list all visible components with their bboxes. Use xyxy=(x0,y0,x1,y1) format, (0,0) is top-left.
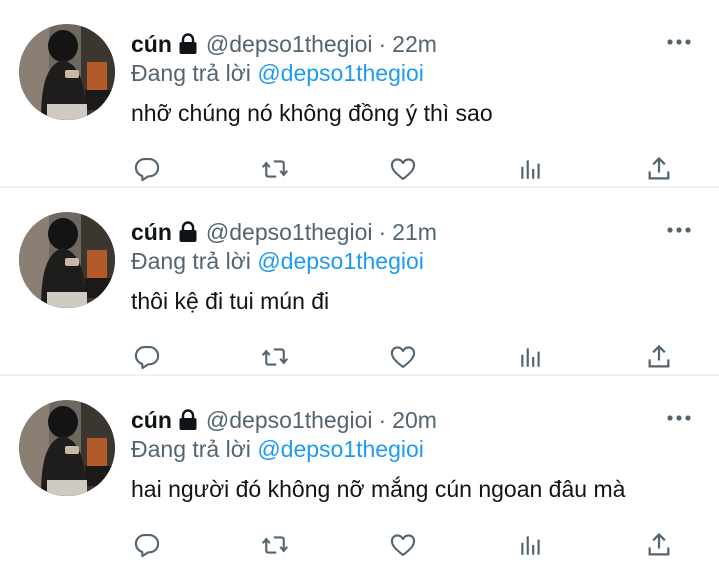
separator: · xyxy=(378,218,387,245)
separator: · xyxy=(378,30,387,57)
analytics-icon[interactable] xyxy=(514,340,548,374)
share-icon[interactable] xyxy=(642,340,676,374)
reply-prefix: Đang trả lời xyxy=(131,436,251,462)
reply-prefix: Đang trả lời xyxy=(131,60,251,86)
reply-mention-link[interactable]: @depso1thegioi xyxy=(257,248,424,274)
lock-icon xyxy=(178,409,198,431)
avatar[interactable] xyxy=(19,24,115,120)
action-bar xyxy=(130,528,680,562)
display-name[interactable]: cún xyxy=(131,219,172,246)
action-bar xyxy=(130,152,680,186)
heart-icon[interactable] xyxy=(386,528,420,562)
avatar[interactable] xyxy=(19,400,115,496)
action-bar xyxy=(130,340,680,374)
analytics-icon[interactable] xyxy=(514,152,548,186)
display-name[interactable]: cún xyxy=(131,31,172,58)
tweet-header: cún @depso1thegioi · 21m xyxy=(131,216,437,248)
more-icon[interactable] xyxy=(665,406,693,430)
tweet[interactable]: cún @depso1thegioi · 22m Đang trả lời @d… xyxy=(0,0,719,188)
reply-mention-link[interactable]: @depso1thegioi xyxy=(257,60,424,86)
reply-icon[interactable] xyxy=(130,340,164,374)
timeline: cún @depso1thegioi · 22m Đang trả lời @d… xyxy=(0,0,719,564)
tweet-text: hai người đó không nỡ mắng cún ngoan đâu… xyxy=(131,476,626,502)
tweet-header: cún @depso1thegioi · 22m xyxy=(131,28,437,60)
share-icon[interactable] xyxy=(642,528,676,562)
reply-icon[interactable] xyxy=(130,528,164,562)
display-name[interactable]: cún xyxy=(131,407,172,434)
analytics-icon[interactable] xyxy=(514,528,548,562)
replying-to: Đang trả lời @depso1thegioi xyxy=(131,60,424,87)
timestamp[interactable]: 20m xyxy=(392,407,437,434)
retweet-icon[interactable] xyxy=(258,152,292,186)
tweet-text: thôi kệ đi tui mún đi xyxy=(131,288,330,314)
separator: · xyxy=(378,406,387,433)
reply-prefix: Đang trả lời xyxy=(131,248,251,274)
reply-icon[interactable] xyxy=(130,152,164,186)
lock-icon xyxy=(178,33,198,55)
tweet-text: nhỡ chúng nó không đồng ý thì sao xyxy=(131,100,493,126)
retweet-icon[interactable] xyxy=(258,528,292,562)
tweet[interactable]: cún @depso1thegioi · 21m Đang trả lời @d… xyxy=(0,188,719,376)
more-icon[interactable] xyxy=(665,30,693,54)
handle[interactable]: @depso1thegioi xyxy=(206,219,373,246)
retweet-icon[interactable] xyxy=(258,340,292,374)
replying-to: Đang trả lời @depso1thegioi xyxy=(131,436,424,463)
avatar[interactable] xyxy=(19,212,115,308)
handle[interactable]: @depso1thegioi xyxy=(206,31,373,58)
timestamp[interactable]: 21m xyxy=(392,219,437,246)
handle[interactable]: @depso1thegioi xyxy=(206,407,373,434)
timestamp[interactable]: 22m xyxy=(392,31,437,58)
replying-to: Đang trả lời @depso1thegioi xyxy=(131,248,424,275)
heart-icon[interactable] xyxy=(386,340,420,374)
lock-icon xyxy=(178,221,198,243)
more-icon[interactable] xyxy=(665,218,693,242)
tweet-header: cún @depso1thegioi · 20m xyxy=(131,404,437,436)
reply-mention-link[interactable]: @depso1thegioi xyxy=(257,436,424,462)
share-icon[interactable] xyxy=(642,152,676,186)
heart-icon[interactable] xyxy=(386,152,420,186)
tweet[interactable]: cún @depso1thegioi · 20m Đang trả lời @d… xyxy=(0,376,719,564)
